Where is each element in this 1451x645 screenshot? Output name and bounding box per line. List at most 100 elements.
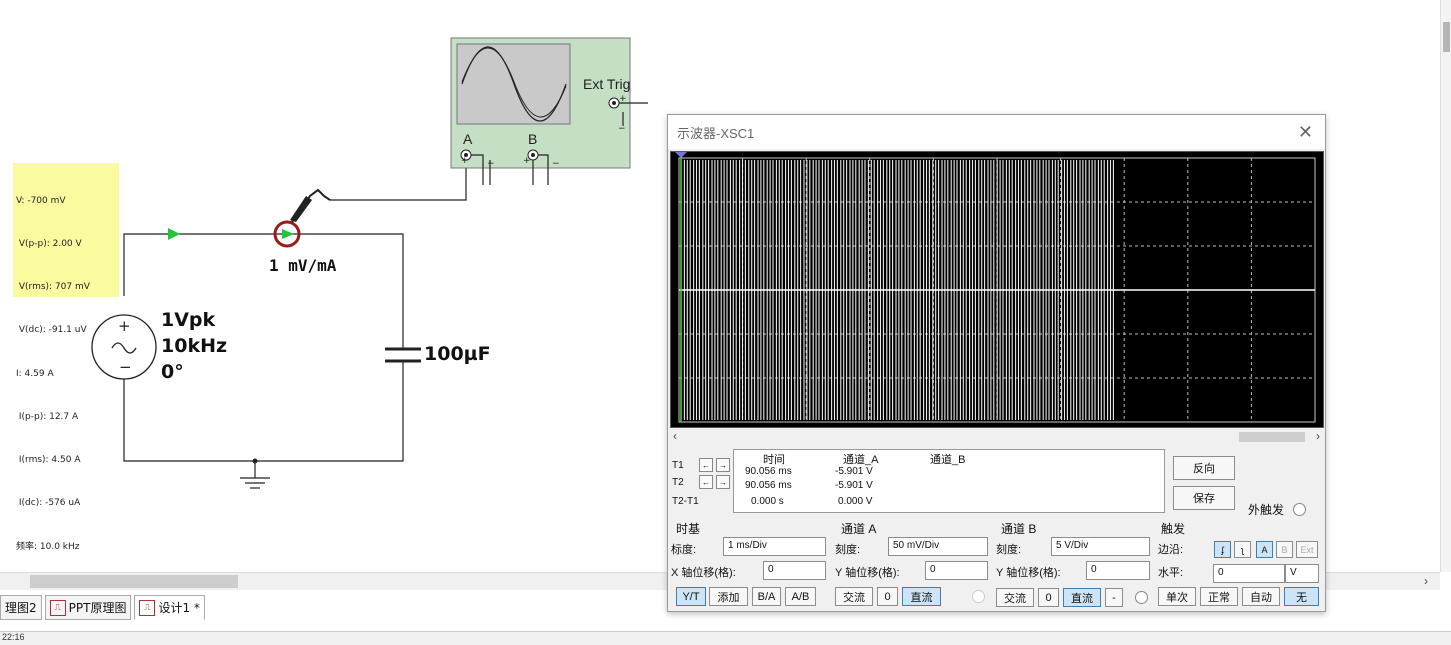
x-position-field[interactable]: 0: [763, 561, 826, 580]
ext-trig-label: Ext Trig: [583, 76, 631, 92]
waveform-display: [675, 152, 1316, 423]
ba-mode-button[interactable]: B/A: [752, 587, 781, 606]
header-channel-b: 通道_B: [930, 454, 966, 466]
sheet-tabs: 理图2 ⎍ PPT原理图 ⎍ 设计1 *: [0, 595, 205, 621]
tab-ppt-schematic[interactable]: ⎍ PPT原理图: [44, 595, 132, 620]
svg-text:−: −: [487, 159, 495, 169]
tab-sheet-2[interactable]: 理图2: [0, 595, 42, 620]
horizontal-scroll-thumb[interactable]: [30, 575, 238, 588]
svg-text:+: +: [461, 156, 469, 166]
none-trigger-button[interactable]: 无: [1284, 587, 1319, 606]
ext-trigger-label: 外触发: [1248, 503, 1285, 517]
delta-channel-a-value: 0.000 V: [838, 496, 873, 507]
probe-line: V(rms): 707 mV: [16, 282, 90, 293]
falling-edge-button[interactable]: ʅ: [1234, 541, 1251, 558]
probe-line: I: 4.59 A: [16, 368, 54, 379]
vertical-scrollbar[interactable]: [1440, 0, 1451, 572]
channel-b-scale-label: 刻度:: [996, 544, 1022, 556]
t2-channel-a-value: -5.901 V: [835, 480, 873, 491]
trigger-title: 触发: [1161, 522, 1186, 536]
channel-b-scale-field[interactable]: 5 V/Div: [1051, 537, 1150, 556]
probe-line: 频率: 10.0 kHz: [16, 541, 80, 552]
vertical-scroll-thumb[interactable]: [1443, 22, 1450, 52]
channel-a-ypos-field[interactable]: 0: [925, 561, 988, 580]
cursor-t1-label: T1: [672, 459, 684, 471]
screen-scroll-thumb[interactable]: [1239, 432, 1305, 442]
timebase-scale-field[interactable]: 1 ms/Div: [723, 537, 826, 556]
channel-a-zero-button[interactable]: 0: [877, 587, 898, 606]
status-time: 22:16: [2, 632, 25, 642]
add-mode-button[interactable]: 添加: [709, 587, 748, 606]
channel-b-radio[interactable]: [1135, 591, 1148, 604]
trigger-level-label: 水平:: [1158, 567, 1184, 579]
channel-a-scale-field[interactable]: 50 mV/Div: [888, 537, 988, 556]
scroll-right-arrow[interactable]: ›: [1424, 574, 1428, 588]
oscilloscope-screen[interactable]: [670, 151, 1324, 428]
auto-trigger-button[interactable]: 自动: [1242, 587, 1280, 606]
source-frequency-label: 10kHz: [161, 335, 228, 357]
close-icon[interactable]: ✕: [1298, 122, 1313, 143]
channel-b-ypos-field[interactable]: 0: [1086, 561, 1150, 580]
channel-a-ac-button[interactable]: 交流: [835, 587, 873, 606]
schematic-icon: ⎍: [139, 599, 156, 616]
cursor-panel: T1 ← → T2 ← → T2-T1 时间 通道_A 通道_B 90.056 …: [670, 449, 1165, 513]
single-trigger-button[interactable]: 单次: [1158, 587, 1196, 606]
channel-b-ypos-label: Y 轴位移(格):: [996, 567, 1061, 579]
channel-b-dc-button[interactable]: 直流: [1063, 588, 1101, 607]
channel-b-terminal-label: B: [528, 131, 538, 147]
header-channel-a: 通道_A: [843, 454, 879, 466]
status-bar: 22:16: [0, 631, 1451, 645]
tab-label: PPT原理图: [68, 601, 127, 615]
voltage-probe-marker: [168, 228, 180, 240]
probe-readout: V: -700 mV V(p-p): 2.00 V V(rms): 707 mV…: [13, 163, 119, 552]
screen-scrollbar[interactable]: ‹ ›: [670, 429, 1324, 444]
t2-left-arrow-icon[interactable]: ←: [699, 475, 713, 489]
channel-b-title: 通道 B: [1001, 522, 1037, 536]
channel-a-terminal-label: A: [463, 131, 473, 147]
t1-channel-a-value: -5.901 V: [835, 466, 873, 477]
cursor-t2-row: T2 ← →: [672, 475, 730, 489]
scroll-right-arrow[interactable]: ›: [1316, 429, 1320, 443]
svg-text:−: −: [618, 124, 626, 134]
scroll-left-arrow[interactable]: ‹: [673, 429, 677, 443]
t2-right-arrow-icon[interactable]: →: [716, 475, 730, 489]
cursor-readout: 时间 通道_A 通道_B 90.056 ms -5.901 V 90.056 m…: [733, 449, 1165, 513]
rising-edge-button[interactable]: ʄ: [1214, 541, 1231, 558]
channel-a-ypos-label: Y 轴位移(格):: [835, 567, 900, 579]
cursor-t2-label: T2: [672, 476, 684, 488]
cursor-marker: [675, 152, 687, 158]
probe-scale-label: 1 mV/mA: [269, 256, 337, 275]
channel-a-scale-label: 刻度:: [835, 544, 861, 556]
save-button[interactable]: 保存: [1173, 486, 1235, 510]
channel-a-title: 通道 A: [841, 522, 877, 536]
trigger-source-ext-button[interactable]: Ext: [1296, 541, 1318, 558]
cursor-delta-row: T2-T1: [672, 496, 699, 507]
probe-line: I(p-p): 12.7 A: [16, 411, 79, 422]
yt-mode-button[interactable]: Y/T: [676, 587, 706, 606]
probe-line: V: -700 mV: [16, 195, 66, 206]
normal-trigger-button[interactable]: 正常: [1200, 587, 1238, 606]
header-time: 时间: [763, 454, 785, 466]
reverse-button[interactable]: 反向: [1173, 456, 1235, 480]
trigger-source-b-button[interactable]: B: [1276, 541, 1293, 558]
t2-time-value: 90.056 ms: [745, 480, 792, 491]
channel-a-dc-button[interactable]: 直流: [902, 587, 941, 606]
ext-trigger-radio[interactable]: [1293, 503, 1306, 516]
trigger-level-unit[interactable]: V: [1285, 564, 1319, 583]
channel-b-ac-button[interactable]: 交流: [996, 588, 1034, 607]
tab-design-1[interactable]: ⎍ 设计1 *: [134, 595, 205, 620]
channel-b-zero-button[interactable]: 0: [1038, 588, 1059, 607]
tab-label: 理图2: [5, 601, 37, 615]
trigger-level-field[interactable]: 0: [1213, 564, 1285, 583]
ab-mode-button[interactable]: A/B: [785, 587, 816, 606]
probe-line: I(dc): -576 uA: [16, 498, 81, 509]
svg-text:+: +: [118, 317, 131, 335]
svg-text:+: +: [523, 156, 531, 166]
t1-right-arrow-icon[interactable]: →: [716, 458, 730, 472]
t1-left-arrow-icon[interactable]: ←: [699, 458, 713, 472]
channel-a-radio[interactable]: [972, 590, 985, 603]
oscilloscope-titlebar[interactable]: 示波器-XSC1 ✕: [668, 115, 1325, 149]
source-phase-label: 0°: [161, 361, 184, 383]
channel-b-minus-button[interactable]: -: [1105, 588, 1123, 607]
trigger-source-a-button[interactable]: A: [1256, 541, 1273, 558]
